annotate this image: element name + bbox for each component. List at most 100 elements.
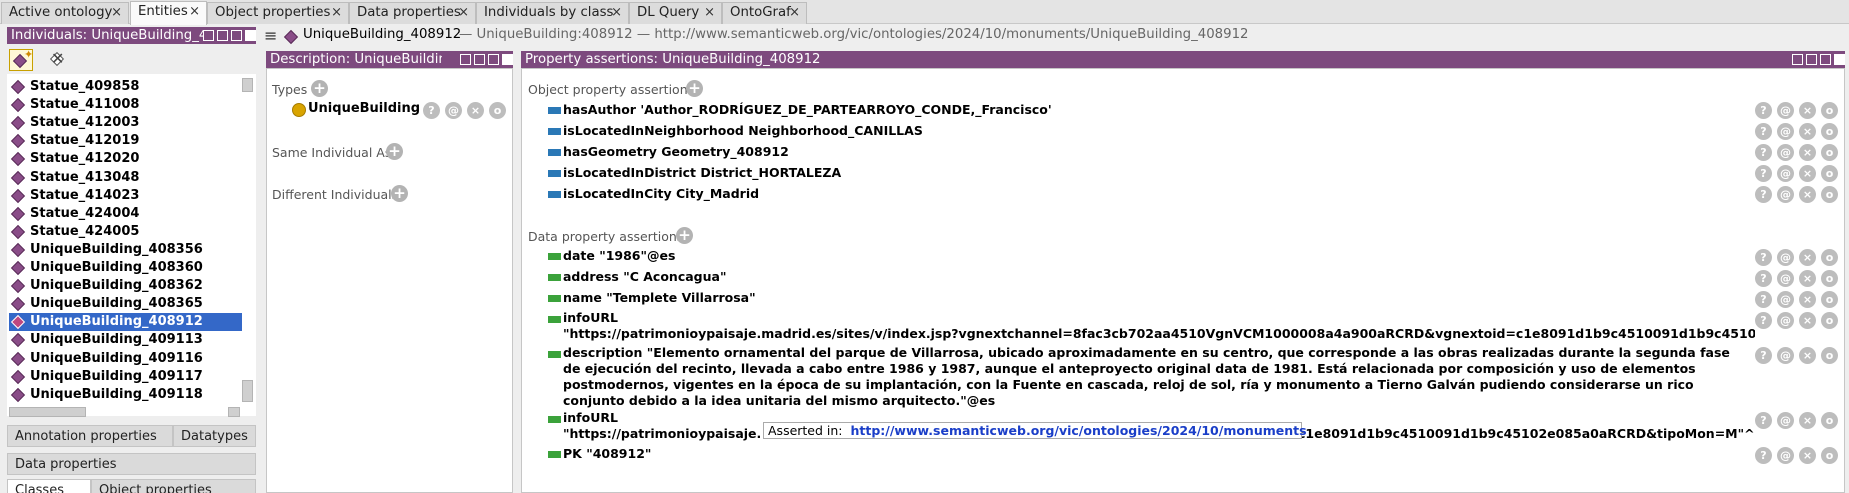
individual-list-item[interactable]: Statue_413048 bbox=[9, 169, 242, 187]
delete-icon[interactable]: × bbox=[467, 102, 484, 119]
explain-icon[interactable]: ? bbox=[1755, 249, 1772, 266]
panel-split-icon[interactable] bbox=[1792, 54, 1803, 65]
annotate-icon[interactable]: @ bbox=[1777, 165, 1794, 182]
data-assertion-pk[interactable]: PK "408912" bbox=[563, 445, 651, 463]
annotate-icon[interactable]: @ bbox=[1777, 270, 1794, 287]
delete-icon[interactable]: × bbox=[1799, 249, 1816, 266]
explain-icon[interactable]: ? bbox=[1755, 412, 1772, 429]
explain-icon[interactable]: ? bbox=[423, 102, 440, 119]
explain-icon[interactable]: ? bbox=[1755, 347, 1772, 364]
delete-icon[interactable]: × bbox=[1799, 165, 1816, 182]
delete-icon[interactable]: × bbox=[1799, 291, 1816, 308]
individual-list-item[interactable]: UniqueBuilding_409117 bbox=[9, 368, 242, 386]
annotate-icon[interactable]: @ bbox=[1777, 291, 1794, 308]
tab-object-properties-lower[interactable]: Object properties bbox=[91, 479, 256, 493]
add-different-individual-icon[interactable]: + bbox=[391, 185, 408, 202]
individual-list-item[interactable]: Statue_412020 bbox=[9, 150, 242, 168]
edit-icon[interactable]: o bbox=[1821, 165, 1838, 182]
scrollbar-arrow[interactable] bbox=[228, 407, 240, 417]
individual-list-item[interactable]: UniqueBuilding_409118 bbox=[9, 386, 242, 404]
individual-list-item[interactable]: UniqueBuilding_408356 bbox=[9, 241, 242, 259]
annotate-icon[interactable]: @ bbox=[1777, 447, 1794, 464]
delete-icon[interactable]: × bbox=[1799, 102, 1816, 119]
annotate-icon[interactable]: @ bbox=[445, 102, 462, 119]
individual-list-item[interactable]: UniqueBuilding_408362 bbox=[9, 277, 242, 295]
add-same-individual-icon[interactable]: + bbox=[386, 143, 403, 160]
explain-icon[interactable]: ? bbox=[1755, 102, 1772, 119]
delete-icon[interactable]: × bbox=[1799, 312, 1816, 329]
close-icon[interactable]: × bbox=[331, 3, 342, 23]
tab-data-properties[interactable]: Data properties × bbox=[349, 2, 476, 24]
object-assertion[interactable]: hasAuthor 'Author_RODRÍGUEZ_DE_PARTEARRO… bbox=[563, 101, 1052, 119]
tab-individuals-by-class[interactable]: Individuals by class × bbox=[476, 2, 629, 24]
tab-datatypes[interactable]: Datatypes bbox=[173, 425, 256, 447]
annotate-icon[interactable]: @ bbox=[1777, 312, 1794, 329]
edit-icon[interactable]: o bbox=[1821, 123, 1838, 140]
delete-icon[interactable]: × bbox=[1799, 447, 1816, 464]
explain-icon[interactable]: ? bbox=[1755, 270, 1772, 287]
tab-entities[interactable]: Entities × bbox=[130, 1, 207, 25]
explain-icon[interactable]: ? bbox=[1755, 165, 1772, 182]
vertical-scrollbar-thumb[interactable] bbox=[242, 78, 253, 92]
edit-icon[interactable]: o bbox=[1821, 312, 1838, 329]
individual-list-item[interactable]: UniqueBuilding_409116 bbox=[9, 350, 242, 368]
close-icon[interactable]: × bbox=[789, 3, 800, 23]
individual-list-item[interactable]: UniqueBuilding_408360 bbox=[9, 259, 242, 277]
individual-list-item[interactable]: Statue_424004 bbox=[9, 205, 242, 223]
edit-icon[interactable]: o bbox=[1821, 412, 1838, 429]
individual-list-item[interactable]: Statue_412003 bbox=[9, 114, 242, 132]
individual-list-item[interactable]: UniqueBuilding_408365 bbox=[9, 295, 242, 313]
panel-split-icon[interactable] bbox=[203, 30, 214, 41]
explain-icon[interactable]: ? bbox=[1755, 186, 1772, 203]
panel-split-icon[interactable] bbox=[460, 54, 471, 65]
object-assertion[interactable]: hasGeometry Geometry_408912 bbox=[563, 143, 789, 161]
individual-list-item[interactable]: Statue_412019 bbox=[9, 132, 242, 150]
individual-list-item[interactable]: Statue_411008 bbox=[9, 96, 242, 114]
tab-classes[interactable]: Classes bbox=[7, 479, 91, 493]
explain-icon[interactable]: ? bbox=[1755, 291, 1772, 308]
explain-icon[interactable]: ? bbox=[1755, 123, 1772, 140]
object-assertion[interactable]: isLocatedInDistrict District_HORTALEZA bbox=[563, 164, 841, 182]
data-assertion-name[interactable]: name "Templete Villarrosa" bbox=[563, 289, 756, 307]
panel-split-icon[interactable] bbox=[1806, 54, 1817, 65]
panel-close-icon[interactable] bbox=[245, 30, 256, 41]
close-icon[interactable]: × bbox=[611, 3, 622, 23]
annotate-icon[interactable]: @ bbox=[1777, 412, 1794, 429]
annotate-icon[interactable]: @ bbox=[1777, 186, 1794, 203]
individual-list-item[interactable]: UniqueBuilding_408912 bbox=[9, 313, 242, 332]
annotate-icon[interactable]: @ bbox=[1777, 249, 1794, 266]
explain-icon[interactable]: ? bbox=[1755, 144, 1772, 161]
annotate-icon[interactable]: @ bbox=[1777, 347, 1794, 364]
panel-split-icon[interactable] bbox=[217, 30, 228, 41]
panel-maximize-icon[interactable] bbox=[1820, 54, 1831, 65]
tab-annotation-properties[interactable]: Annotation properties bbox=[7, 425, 173, 447]
delete-icon[interactable]: × bbox=[1799, 347, 1816, 364]
add-object-assertion-icon[interactable]: + bbox=[686, 80, 703, 97]
delete-individual-button[interactable]: ✕ bbox=[49, 49, 69, 70]
individual-list-item[interactable]: UniqueBuilding_409113 bbox=[9, 331, 242, 349]
tab-ontograf[interactable]: OntoGraf × bbox=[722, 2, 807, 24]
annotate-icon[interactable]: @ bbox=[1777, 102, 1794, 119]
edit-icon[interactable]: o bbox=[1821, 249, 1838, 266]
annotate-icon[interactable]: @ bbox=[1777, 144, 1794, 161]
horizontal-scrollbar-thumb[interactable] bbox=[9, 407, 86, 417]
close-icon[interactable]: × bbox=[458, 3, 469, 23]
data-assertion-address[interactable]: address "C Aconcagua" bbox=[563, 268, 726, 286]
individual-list-item[interactable]: Statue_409858 bbox=[9, 78, 242, 96]
edit-icon[interactable]: o bbox=[1821, 270, 1838, 287]
tab-dl-query[interactable]: DL Query × bbox=[629, 2, 722, 24]
explain-icon[interactable]: ? bbox=[1755, 312, 1772, 329]
tab-active-ontology[interactable]: Active ontology × bbox=[1, 2, 129, 24]
data-assertion-description[interactable]: description "Elemento ornamental del par… bbox=[563, 345, 1755, 409]
explain-icon[interactable]: ? bbox=[1755, 447, 1772, 464]
add-individual-button[interactable]: ✦ bbox=[9, 48, 33, 71]
delete-icon[interactable]: × bbox=[1799, 412, 1816, 429]
tooltip-ontology-link[interactable]: http://www.semanticweb.org/vic/ontologie… bbox=[851, 423, 1307, 438]
delete-icon[interactable]: × bbox=[1799, 270, 1816, 287]
delete-icon[interactable]: × bbox=[1799, 186, 1816, 203]
tab-data-properties-lower[interactable]: Data properties bbox=[7, 453, 256, 475]
delete-icon[interactable]: × bbox=[1799, 123, 1816, 140]
close-icon[interactable]: × bbox=[704, 3, 715, 23]
edit-icon[interactable]: o bbox=[1821, 102, 1838, 119]
data-assertion-date[interactable]: date "1986"@es bbox=[563, 247, 675, 265]
